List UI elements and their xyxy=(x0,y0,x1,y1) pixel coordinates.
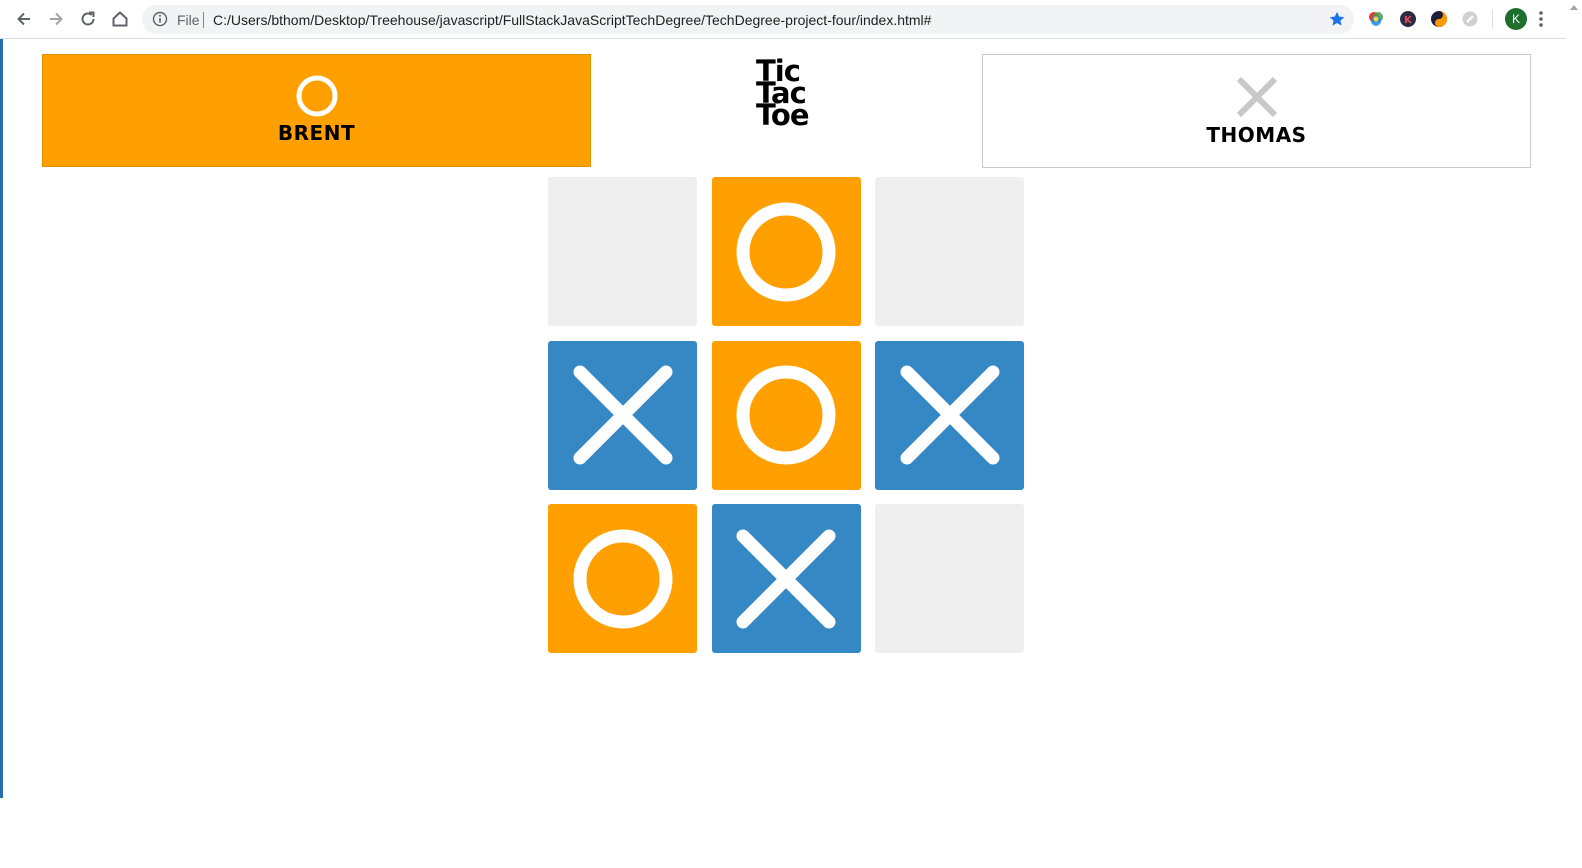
extension-swirl-icon[interactable] xyxy=(1429,9,1449,29)
o-mark-icon xyxy=(573,529,672,628)
address-bar[interactable]: File C:/Users/bthom/Desktop/Treehouse/ja… xyxy=(142,5,1354,34)
x-mark-icon xyxy=(573,365,672,465)
x-icon xyxy=(1236,76,1277,118)
window-edge xyxy=(0,0,3,798)
o-mark-icon xyxy=(736,365,836,465)
o-icon xyxy=(296,75,337,117)
board-cell-5 xyxy=(711,340,861,490)
game-title: Tic Tac Toe xyxy=(740,57,830,132)
x-mark-icon xyxy=(900,365,999,465)
browser-toolbar: File C:/Users/bthom/Desktop/Treehouse/ja… xyxy=(0,0,1566,39)
game-board xyxy=(548,177,1024,653)
player-x-panel: THOMAS xyxy=(982,54,1531,168)
home-icon xyxy=(112,11,128,27)
extension-color-icon[interactable] xyxy=(1366,9,1386,29)
address-separator xyxy=(203,12,204,28)
back-arrow-icon xyxy=(17,12,30,26)
player-x-name: THOMAS xyxy=(1206,123,1307,147)
board-cell-4 xyxy=(548,340,697,490)
board-cell-7 xyxy=(548,504,697,653)
svg-text:K: K xyxy=(1404,15,1413,26)
player-o-name: BRENT xyxy=(277,121,356,145)
board-cell-1[interactable] xyxy=(548,177,697,326)
toolbar-separator xyxy=(1492,10,1493,28)
forward-button[interactable] xyxy=(44,7,68,31)
profile-avatar[interactable]: K xyxy=(1505,8,1527,30)
page-scrollbar[interactable] xyxy=(1566,0,1582,798)
more-menu-icon[interactable] xyxy=(1538,9,1544,29)
title-line-3: Toe xyxy=(756,98,810,132)
o-mark-icon xyxy=(736,202,836,301)
board-cell-3[interactable] xyxy=(875,177,1024,326)
reload-icon xyxy=(81,11,95,26)
x-mark-icon xyxy=(736,529,836,628)
scroll-up-icon[interactable] xyxy=(1570,4,1578,10)
site-info-icon[interactable] xyxy=(152,11,168,27)
forward-arrow-icon xyxy=(50,12,63,26)
board-cell-9[interactable] xyxy=(875,504,1024,653)
bookmark-star-icon[interactable] xyxy=(1328,10,1346,28)
home-button[interactable] xyxy=(108,7,132,31)
board-cell-2 xyxy=(711,177,861,326)
url-text[interactable]: C:/Users/bthom/Desktop/Treehouse/javascr… xyxy=(213,12,931,28)
extension-k-icon[interactable]: K xyxy=(1398,9,1418,29)
url-scheme-label: File xyxy=(177,12,200,28)
extension-gray-icon[interactable] xyxy=(1460,9,1480,29)
reload-button[interactable] xyxy=(76,7,100,31)
back-button[interactable] xyxy=(12,7,36,31)
board-cell-8 xyxy=(711,504,861,653)
board-cell-6 xyxy=(875,340,1024,490)
player-o-panel: BRENT xyxy=(42,54,591,167)
